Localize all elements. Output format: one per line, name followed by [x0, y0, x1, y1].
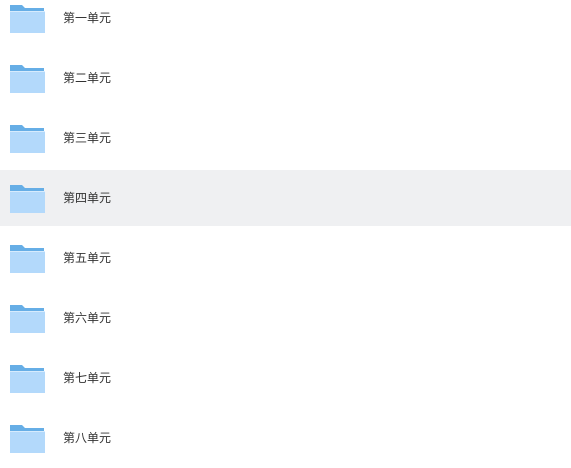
folder-icon: [9, 183, 46, 214]
folder-label: 第二单元: [63, 71, 112, 85]
folder-row-2[interactable]: 第二单元: [0, 50, 571, 106]
folder-label: 第五单元: [63, 251, 112, 265]
folder-row-4[interactable]: 第四单元: [0, 170, 571, 226]
folder-label: 第四单元: [63, 191, 112, 205]
folder-icon: [9, 3, 46, 34]
folder-icon: [9, 303, 46, 334]
folder-row-8[interactable]: 第八单元: [0, 410, 571, 466]
folder-row-3[interactable]: 第三单元: [0, 110, 571, 166]
folder-row-5[interactable]: 第五单元: [0, 230, 571, 286]
folder-label: 第七单元: [63, 371, 112, 385]
folder-icon: [9, 243, 46, 274]
folder-row-7[interactable]: 第七单元: [0, 350, 571, 406]
folder-icon: [9, 363, 46, 394]
folder-label: 第八单元: [63, 431, 112, 445]
folder-icon: [9, 63, 46, 94]
folder-label: 第六单元: [63, 311, 112, 325]
folder-icon: [9, 423, 46, 454]
folder-row-6[interactable]: 第六单元: [0, 290, 571, 346]
folder-icon: [9, 123, 46, 154]
folder-label: 第三单元: [63, 131, 112, 145]
folder-label: 第一单元: [63, 11, 112, 25]
folder-list: 第一单元 第二单元 第三单元 第四单元 第五单元 第六单元 第七单元 第八单元: [0, 0, 571, 468]
folder-row-1[interactable]: 第一单元: [0, 0, 571, 46]
